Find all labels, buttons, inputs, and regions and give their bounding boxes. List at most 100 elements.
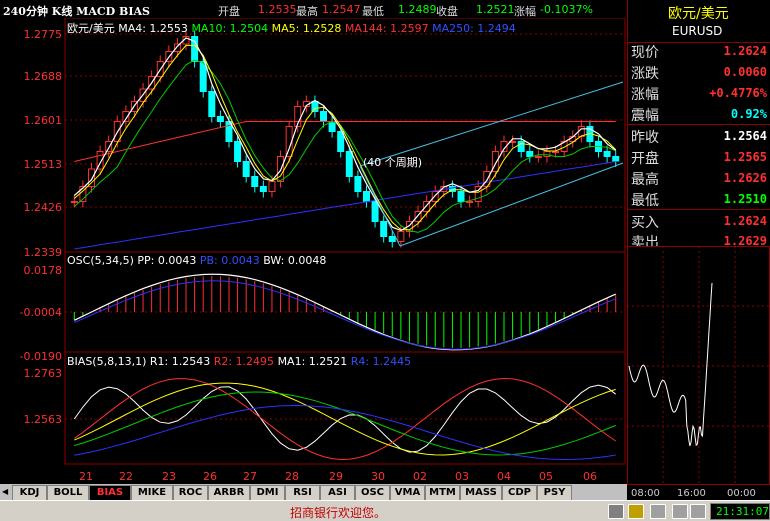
bias-r2: R2: 1.2495 xyxy=(213,355,275,368)
osc-pb-line xyxy=(74,280,616,350)
x-tick-label: 27 xyxy=(243,470,257,483)
quote-row-pct: 涨幅 +0.4776% xyxy=(630,84,769,103)
kline-tick-label: 1.2775 xyxy=(24,28,63,41)
low-label-q: 最低 xyxy=(631,193,659,209)
intraday-chart[interactable]: 08:00 16:00 00:00 xyxy=(627,246,770,500)
tab-boll[interactable]: BOLL xyxy=(47,485,89,500)
bias-label: BIAS(5,8,13,1) xyxy=(67,355,147,368)
x-axis: 21 22 23 26 27 28 29 30 02 03 04 05 06 xyxy=(79,470,597,483)
tab-vma[interactable]: VMA xyxy=(390,485,425,500)
quote-row-change: 涨跌 0.0060 xyxy=(630,63,769,82)
kline-tick-label: 1.2601 xyxy=(24,114,63,127)
ma5-legend: MA5: 1.2528 xyxy=(271,22,342,35)
channel-annotation: (40 个周期) xyxy=(363,156,422,169)
osc-legend: OSC(5,34,5) PP: 0.0043 PB: 0.0043 BW: 0.… xyxy=(67,254,326,267)
chart-area[interactable]: 1.2775 1.2688 1.2601 1.2513 1.2426 1.2339 0.0… xyxy=(0,18,627,484)
x-tick-label: 03 xyxy=(455,470,469,483)
osc-pp: PP: 0.0043 xyxy=(137,254,197,267)
printer-icon[interactable] xyxy=(608,504,624,519)
settings-icon[interactable] xyxy=(690,504,706,519)
change-value: 0.0060 xyxy=(723,65,767,79)
channel-upper-line[interactable] xyxy=(359,81,624,167)
kline-tick-label: 1.2339 xyxy=(24,246,63,259)
change-label: 涨跌 xyxy=(631,66,659,82)
open-label-q: 开盘 xyxy=(631,151,659,167)
tab-rsi[interactable]: RSI xyxy=(285,485,320,500)
bid-value: 1.2624 xyxy=(723,214,767,228)
kline-legend: 欧元/美元 MA4: 1.2553 MA10: 1.2504 MA5: 1.25… xyxy=(67,20,516,36)
divider xyxy=(628,209,770,210)
price-label: 现价 xyxy=(631,45,659,61)
close-label: 收盘 xyxy=(436,5,458,18)
quote-name: 欧元/美元 xyxy=(668,6,729,22)
high-value-q: 1.2626 xyxy=(723,171,767,185)
quote-code: EURUSD xyxy=(672,24,723,38)
kline-tick-label: 1.2688 xyxy=(24,70,63,83)
osc-panel xyxy=(64,251,626,353)
status-bar: 招商银行欢迎您。 21:31:07 xyxy=(0,500,770,521)
x-tick-label: 28 xyxy=(285,470,299,483)
bias-panel xyxy=(64,351,626,465)
tab-roc[interactable]: ROC xyxy=(173,485,208,500)
pct-value: +0.4776% xyxy=(709,86,767,100)
high-label: 最高 xyxy=(296,5,318,18)
quote-row-high: 最高 1.2626 xyxy=(630,169,769,188)
ma4-legend: MA4: 1.2553 xyxy=(118,22,188,35)
bias-tick-label: 1.2563 xyxy=(24,413,63,426)
tab-scroll-left-icon[interactable]: ◀ xyxy=(2,487,10,497)
x-tick-label: 22 xyxy=(119,470,133,483)
osc-pb: PB: 0.0043 xyxy=(199,254,260,267)
status-message: 招商银行欢迎您。 xyxy=(290,506,387,520)
x-tick-label: 26 xyxy=(203,470,217,483)
tab-dmi[interactable]: DMI xyxy=(250,485,285,500)
bias-r4: R4: 1.2445 xyxy=(350,355,412,368)
intraday-time-1: 16:00 xyxy=(677,488,706,499)
tab-kdj[interactable]: KDJ xyxy=(12,485,47,500)
ma144-legend: MA144: 1.2597 xyxy=(344,22,429,35)
change-value: -0.1037% xyxy=(540,3,593,16)
tab-psy[interactable]: PSY xyxy=(537,485,572,500)
change-label: 涨幅 xyxy=(514,5,536,18)
quote-row-amplitude: 震幅 0.92% xyxy=(630,105,769,124)
kline-tick-label: 1.2513 xyxy=(24,158,63,171)
osc-bw: BW: 0.0048 xyxy=(263,254,327,267)
prevclose-value: 1.2564 xyxy=(723,129,767,143)
clock: 21:31:07 xyxy=(710,503,770,520)
bid-label: 买入 xyxy=(631,215,659,231)
quote-row-bid: 买入 1.2624 xyxy=(630,212,769,231)
kline-symbol: 欧元/美元 xyxy=(67,22,115,35)
tab-mass[interactable]: MASS xyxy=(460,485,502,500)
osc-axis: 0.0178 -0.0004 -0.0190 xyxy=(20,264,62,363)
tab-bias[interactable]: BIAS xyxy=(89,485,131,500)
open-label: 开盘 xyxy=(218,5,240,18)
lock-icon[interactable] xyxy=(628,504,644,519)
osc-tick-label: 0.0178 xyxy=(24,264,63,277)
ma250-line xyxy=(74,161,616,250)
tab-mtm[interactable]: MTM xyxy=(425,485,460,500)
quote-header: 欧元/美元 EURUSD xyxy=(627,0,770,43)
prevclose-label: 昨收 xyxy=(631,130,659,146)
bias-legend: BIAS(5,8,13,1) R1: 1.2543 R2: 1.2495 MA1… xyxy=(67,355,411,368)
channel-lower-line[interactable] xyxy=(399,162,624,247)
divider xyxy=(628,124,770,125)
bias-ma1: MA1: 1.2521 xyxy=(277,355,348,368)
kline-axis: 1.2775 1.2688 1.2601 1.2513 1.2426 1.2339 xyxy=(24,28,63,259)
quote-row-low: 最低 1.2510 xyxy=(630,190,769,209)
amplitude-label: 震幅 xyxy=(631,108,659,124)
sound-icon[interactable] xyxy=(672,504,688,519)
tab-mike[interactable]: MIKE xyxy=(131,485,173,500)
chart-title: 240分钟 K线 MACD BIAS xyxy=(3,5,150,18)
tab-cdp[interactable]: CDP xyxy=(502,485,537,500)
osc-tick-label: -0.0190 xyxy=(20,350,62,363)
quote-rows: 现价 1.2624 涨跌 0.0060 涨幅 +0.4776% 震幅 0.92% 昨收 1… xyxy=(627,42,770,251)
tab-arbr[interactable]: ARBR xyxy=(208,485,250,500)
tab-osc[interactable]: OSC xyxy=(355,485,390,500)
pct-label: 涨幅 xyxy=(631,87,659,103)
quote-row-open: 开盘 1.2565 xyxy=(630,148,769,167)
tab-asi[interactable]: ASI xyxy=(320,485,355,500)
close-value: 1.2521 xyxy=(476,3,515,16)
quote-row-prevclose: 昨收 1.2564 xyxy=(630,127,769,146)
low-value: 1.2489 xyxy=(398,3,437,16)
network-icon[interactable] xyxy=(650,504,666,519)
intraday-time-2: 00:00 xyxy=(727,488,756,499)
